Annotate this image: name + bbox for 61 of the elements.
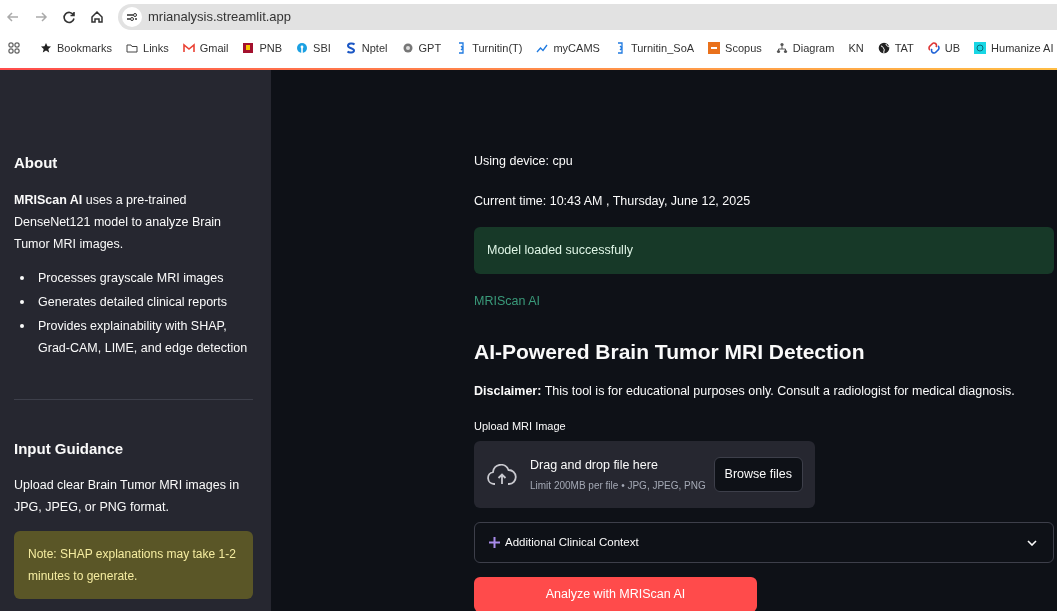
bookmark-link[interactable]: SBI	[313, 39, 331, 57]
bookmark-favicon	[401, 42, 414, 54]
bookmark-link[interactable]: KN	[848, 39, 864, 57]
dropzone-title: Drag and drop file here	[530, 456, 659, 474]
cloud-upload-icon	[487, 463, 517, 486]
bookmark-favicon	[708, 42, 721, 54]
bullet-icon	[20, 275, 24, 280]
apps-grid-icon[interactable]	[8, 42, 20, 54]
bookmark-link[interactable]: Diagram	[792, 39, 835, 57]
globe-icon	[877, 42, 890, 54]
plus-icon	[489, 537, 500, 548]
bookmark-link[interactable]: Gmail	[199, 39, 229, 57]
bookmark-link[interactable]: TAT	[894, 39, 914, 57]
expander-label: Additional Clinical Context	[505, 534, 640, 550]
bookmark-favicon	[296, 42, 309, 54]
folder-icon	[126, 42, 139, 54]
feature-item: Generates detailed clinical reports	[38, 293, 227, 311]
site-settings-icon[interactable]	[126, 11, 138, 22]
address-text: mrianalysis.streamlit.app	[148, 7, 292, 26]
disclaimer-text: Disclaimer: This tool is for educational purposes only. Consult a radiologist for medical diagnosis.	[474, 382, 1016, 400]
bookmark-favicon	[974, 42, 987, 54]
section-title: About	[14, 153, 59, 173]
about-paragraph: MRIScan AI uses a pre-trained DenseNet121 model to analyze Brain Tumor MRI images.	[14, 191, 223, 253]
reload-icon[interactable]	[62, 9, 76, 24]
bookmark-link[interactable]: myCAMS	[553, 39, 600, 57]
bullet-icon	[20, 299, 24, 304]
page-heading: AI-Powered Brain Tumor MRI Detection	[474, 339, 866, 366]
upload-label: Upload MRI Image	[474, 418, 567, 434]
link-icon	[927, 42, 940, 54]
bookmark-favicon	[242, 42, 255, 54]
bookmark-link[interactable]: Turnitin(T)	[472, 39, 523, 57]
note-callout: Note: SHAP explanations may take 1-2 minutes to generate.	[14, 531, 253, 599]
bookmark-link[interactable]: Humanize AI	[991, 39, 1054, 57]
section-title: Input Guidance	[14, 438, 125, 459]
trend-line-icon	[536, 42, 549, 54]
guidance-paragraph: Upload clear Brain Tumor MRI images in JPG, JPEG, or PNG format.	[14, 477, 241, 516]
mail-icon	[182, 42, 195, 54]
bullet-icon	[20, 323, 24, 328]
star-icon	[40, 42, 52, 54]
diagram-icon	[775, 42, 788, 54]
bookmark-link[interactable]: Turnitin_SoA	[630, 39, 695, 57]
bookmark-link[interactable]: Links	[143, 39, 169, 57]
bookmark-link[interactable]: UB	[944, 39, 961, 57]
bookmark-link[interactable]: PNB	[259, 39, 283, 57]
address-bar[interactable]: mrianalysis.streamlit.app	[118, 3, 1057, 30]
bookmark-link[interactable]: Bookmarks	[57, 39, 113, 57]
brand-text: MRIScan AI	[474, 292, 541, 310]
success-alert: Model loaded successfully	[474, 226, 1054, 274]
bookmark-link[interactable]: Scopus	[725, 39, 762, 57]
bookmark-link[interactable]: Nptel	[361, 39, 388, 57]
bookmark-link[interactable]: GPT	[418, 39, 442, 57]
expander-header[interactable]: Additional Clinical Context	[474, 522, 1054, 563]
home-icon[interactable]	[90, 9, 104, 24]
device-text: Using device: cpu	[474, 153, 574, 170]
browse-files-button[interactable]: Browse files	[713, 457, 803, 492]
time-text: Current time: 10:43 AM , Thursday, June 12, 2025	[474, 192, 752, 210]
bookmark-favicon	[344, 42, 357, 54]
file-dropzone[interactable]: Drag and drop file here Limit 200MB per file • JPG, JPEG, PNG Browse files	[474, 441, 815, 508]
dropzone-hint: Limit 200MB per file • JPG, JPEG, PNG	[530, 479, 707, 494]
feature-item: Processes grayscale MRI images	[38, 269, 224, 287]
feature-item: Provides explainability with SHAP, Grad-CAM, LIME, and edge detection	[38, 317, 249, 357]
